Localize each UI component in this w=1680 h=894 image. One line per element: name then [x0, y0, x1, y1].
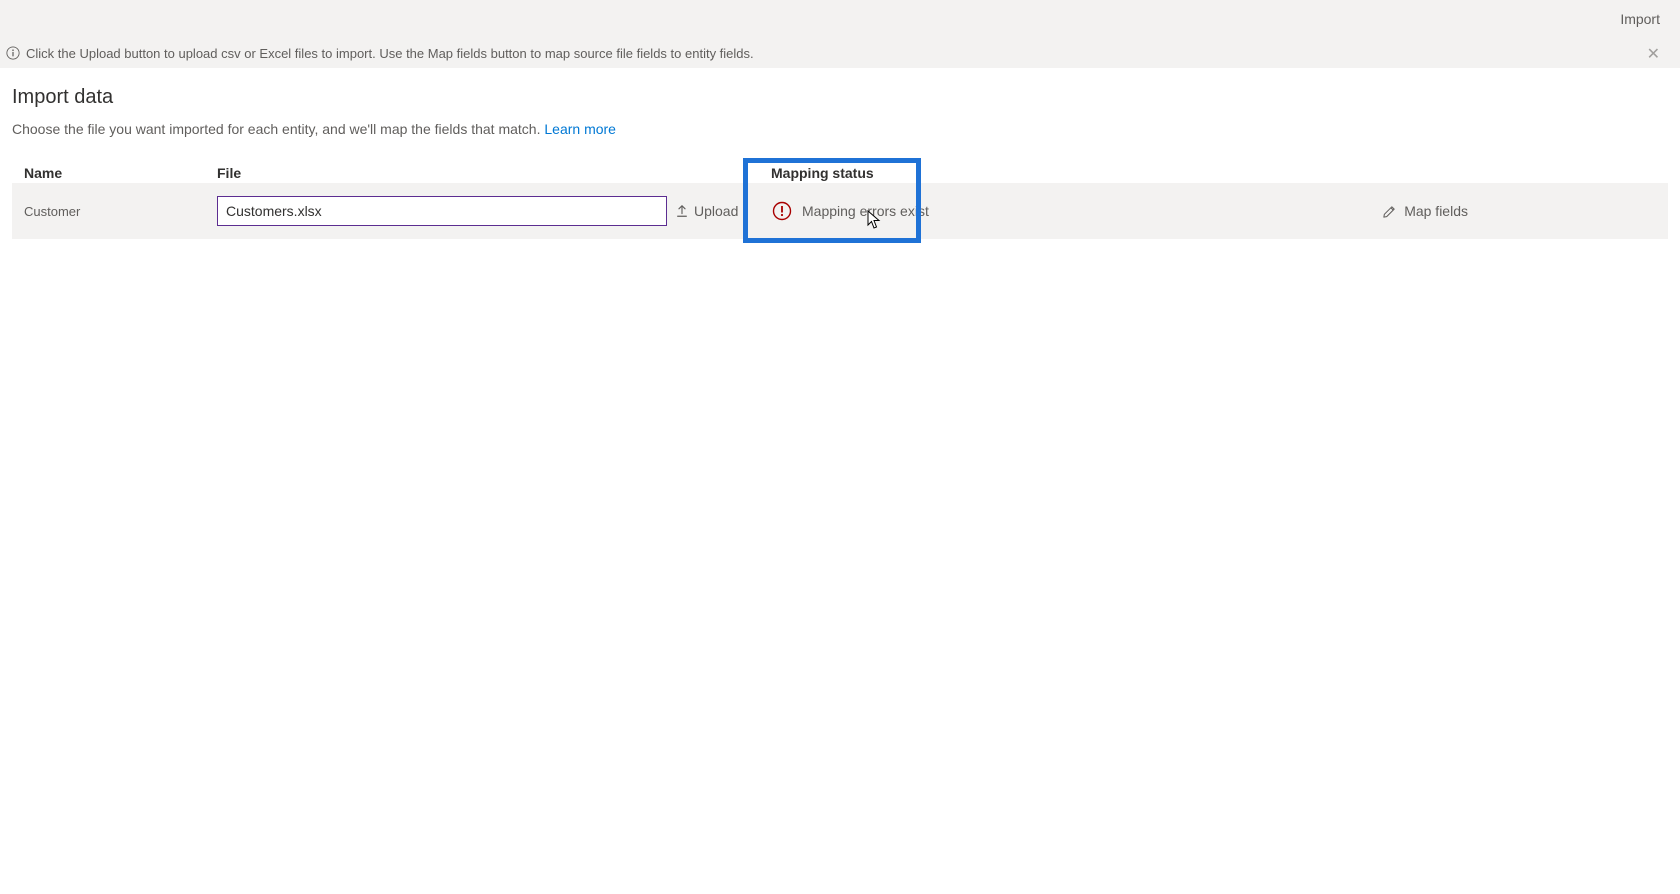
column-header-name: Name [12, 165, 217, 181]
map-fields-button[interactable]: Map fields [1382, 203, 1468, 219]
close-icon[interactable]: ✕ [1641, 42, 1666, 66]
page-description: Choose the file you want imported for ea… [12, 121, 1668, 137]
page-description-text: Choose the file you want imported for ea… [12, 121, 544, 137]
file-name-input[interactable] [217, 196, 667, 226]
info-icon [6, 46, 20, 60]
page-title: Import data [12, 86, 1668, 109]
table-row: Customer Upload [12, 183, 1668, 239]
page-content: Import data Choose the file you want imp… [0, 68, 1680, 239]
column-header-status: Mapping status [752, 165, 1062, 181]
edit-icon [1382, 204, 1397, 219]
mapping-status-text: Mapping errors exist [802, 203, 929, 219]
error-icon [772, 201, 792, 221]
info-message-bar: Click the Upload button to upload csv or… [0, 38, 1680, 68]
top-command-bar: Import [0, 0, 1680, 38]
column-header-file: File [217, 165, 752, 181]
map-fields-button-label: Map fields [1404, 203, 1468, 219]
info-message-text: Click the Upload button to upload csv or… [26, 46, 754, 61]
upload-button[interactable]: Upload [675, 203, 738, 219]
import-button[interactable]: Import [1620, 11, 1660, 27]
entity-name-cell: Customer [12, 204, 217, 219]
upload-button-label: Upload [694, 203, 738, 219]
upload-icon [675, 204, 689, 218]
mapping-status-cell: Mapping errors exist [772, 201, 1062, 221]
table-header-row: Name File Mapping status [12, 165, 1668, 183]
learn-more-link[interactable]: Learn more [544, 121, 616, 137]
entities-table: Name File Mapping status Customer Upload [12, 165, 1668, 239]
